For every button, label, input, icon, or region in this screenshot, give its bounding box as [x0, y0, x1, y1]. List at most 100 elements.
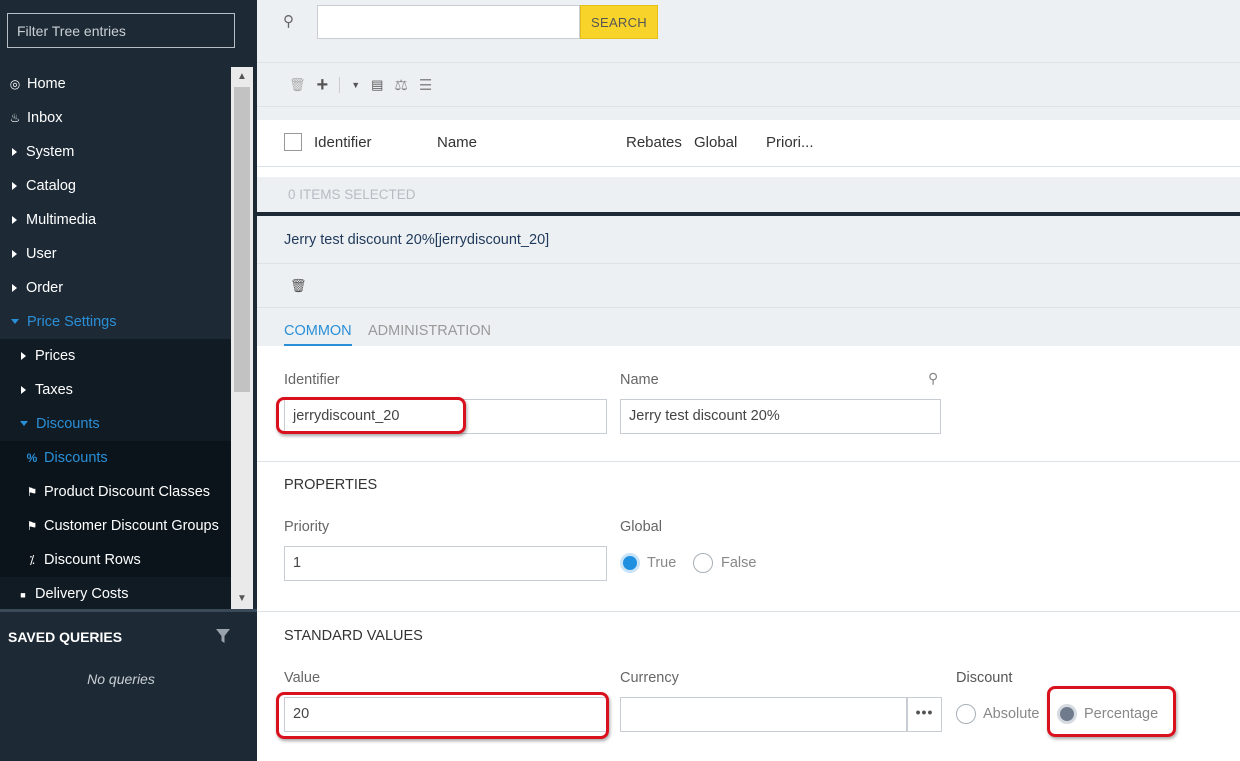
caret-right-icon: [12, 250, 17, 258]
tree-item-label: Taxes: [35, 382, 73, 398]
tree-item-delivery-costs[interactable]: ■ Delivery Costs: [0, 577, 231, 609]
priority-label: Priority: [284, 519, 330, 535]
tree-item-system[interactable]: System: [0, 135, 231, 169]
global-true-label: True: [647, 555, 677, 571]
tree-item-discount-rows[interactable]: ⁒ Discount Rows: [0, 543, 231, 577]
chevron-down-icon[interactable]: ▼: [351, 80, 360, 90]
tree-item-inbox[interactable]: ♨ Inbox: [0, 101, 231, 135]
priority-field[interactable]: 1: [284, 546, 607, 581]
currency-field[interactable]: [620, 697, 907, 732]
scroll-down-icon[interactable]: ▼: [231, 589, 253, 609]
tree-item-discounts-folder[interactable]: Discounts: [0, 407, 231, 441]
delete-icon[interactable]: 🗑: [290, 278, 307, 294]
discount-label: Discount: [956, 670, 1013, 686]
divider: [339, 77, 341, 93]
global-false-radio[interactable]: [693, 553, 713, 573]
palette-icon: ◎: [9, 77, 21, 91]
tree-item-label: Home: [27, 76, 66, 92]
tree-item-catalog[interactable]: Catalog: [0, 169, 231, 203]
localization-icon[interactable]: ⚲: [928, 370, 938, 387]
caret-right-icon: [12, 182, 17, 190]
tree-item-label: Customer Discount Groups: [44, 518, 219, 534]
column-header-name[interactable]: Name: [437, 134, 477, 151]
divider: [257, 611, 1240, 612]
scroll-up-icon[interactable]: ▲: [231, 67, 253, 87]
divider: [257, 106, 1240, 107]
navigation-tree: ◎ Home ♨ Inbox System Catalog Multimedia U…: [0, 67, 231, 609]
column-header-priority[interactable]: Priori...: [766, 134, 814, 151]
tree-item-label: System: [26, 144, 75, 160]
filter-icon[interactable]: [216, 628, 230, 644]
tree-item-user[interactable]: User: [0, 237, 231, 271]
advanced-search-icon[interactable]: ⚲: [283, 12, 294, 30]
selection-bar: 0 ITEMS SELECTED: [257, 177, 1240, 212]
name-field[interactable]: Jerry test discount 20%: [620, 399, 941, 434]
add-icon[interactable]: +: [317, 74, 329, 97]
tab-common[interactable]: COMMON: [284, 323, 352, 346]
currency-picker-button[interactable]: •••: [907, 697, 942, 732]
tree-scrollbar[interactable]: ▲ ▼: [231, 67, 253, 609]
currency-label: Currency: [620, 670, 679, 686]
inbox-icon: ♨: [9, 111, 21, 125]
column-header-global[interactable]: Global: [694, 134, 737, 151]
select-all-checkbox[interactable]: [284, 133, 302, 151]
navigation-sidebar: ◎ Home ♨ Inbox System Catalog Multimedia U…: [0, 0, 257, 761]
global-true-radio[interactable]: [620, 553, 640, 573]
standard-values-section-title: STANDARD VALUES: [284, 628, 423, 644]
column-header-identifier[interactable]: Identifier: [314, 134, 372, 151]
scroll-thumb[interactable]: [234, 87, 250, 392]
caret-right-icon: [12, 148, 17, 156]
search-input[interactable]: [317, 5, 580, 39]
search-button[interactable]: SEARCH: [580, 5, 658, 39]
filter-tree-input[interactable]: [7, 13, 235, 48]
discount-rows-icon: ⁒: [29, 553, 35, 567]
column-header-rebates[interactable]: Rebates: [626, 134, 682, 151]
tree-item-label: Order: [26, 280, 64, 296]
tree-item-home[interactable]: ◎ Home: [0, 67, 231, 101]
tree-item-label: Product Discount Classes: [44, 484, 211, 500]
highlight-annotation: [276, 397, 466, 434]
product-discount-icon: ⚑: [26, 485, 38, 499]
main-panel: ⚲ SEARCH 🗑 + ▼ ▤ ⚖ ☰ Identifier Name Reb…: [257, 0, 1240, 761]
tree-item-discounts[interactable]: % Discounts: [0, 441, 231, 475]
list-toolbar: 🗑 + ▼ ▤ ⚖ ☰: [289, 73, 432, 97]
highlight-annotation: [276, 692, 609, 739]
caret-down-icon: [20, 421, 28, 426]
divider: [257, 307, 1240, 308]
customer-discount-icon: ⚑: [26, 519, 38, 533]
caret-right-icon: [12, 284, 17, 292]
tree-item-product-discount-classes[interactable]: ⚑ Product Discount Classes: [0, 475, 231, 509]
divider: [257, 62, 1240, 63]
editor-header: Jerry test discount 20%[jerrydiscount_20…: [257, 216, 1240, 346]
compare-icon[interactable]: ⚖: [394, 76, 407, 94]
delete-icon[interactable]: 🗑: [289, 77, 306, 93]
percent-icon: %: [26, 451, 38, 465]
tree-item-label: Price Settings: [27, 314, 117, 330]
tree-item-label: Discounts: [44, 450, 108, 466]
tree-item-taxes[interactable]: Taxes: [0, 373, 231, 407]
tree-item-label: Delivery Costs: [35, 586, 129, 602]
tree-item-label: Discounts: [36, 416, 100, 432]
editor-title: Jerry test discount 20%[jerrydiscount_20…: [284, 232, 550, 248]
tab-administration[interactable]: ADMINISTRATION: [368, 323, 491, 339]
divider: [257, 461, 1240, 462]
tree-item-price-settings[interactable]: Price Settings: [0, 305, 231, 339]
truck-icon: ■: [20, 590, 26, 600]
tree-item-prices[interactable]: Prices: [0, 339, 231, 373]
tree-item-label: User: [26, 246, 57, 262]
tree-item-customer-discount-groups[interactable]: ⚑ Customer Discount Groups: [0, 509, 231, 543]
value-label: Value: [284, 670, 321, 686]
identifier-label: Identifier: [284, 372, 340, 388]
global-false-label: False: [721, 555, 757, 571]
tree-item-label: Multimedia: [26, 212, 97, 228]
discount-absolute-radio[interactable]: [956, 704, 976, 724]
tree-item-label: Catalog: [26, 178, 76, 194]
tree-item-multimedia[interactable]: Multimedia: [0, 203, 231, 237]
caret-down-icon: [11, 319, 19, 324]
tree-item-order[interactable]: Order: [0, 271, 231, 305]
export-csv-icon[interactable]: ▤: [371, 77, 383, 93]
checklist-icon[interactable]: ☰: [419, 76, 432, 94]
properties-section-title: PROPERTIES: [284, 477, 378, 493]
saved-queries-title: SAVED QUERIES: [8, 629, 123, 645]
caret-right-icon: [21, 386, 26, 394]
